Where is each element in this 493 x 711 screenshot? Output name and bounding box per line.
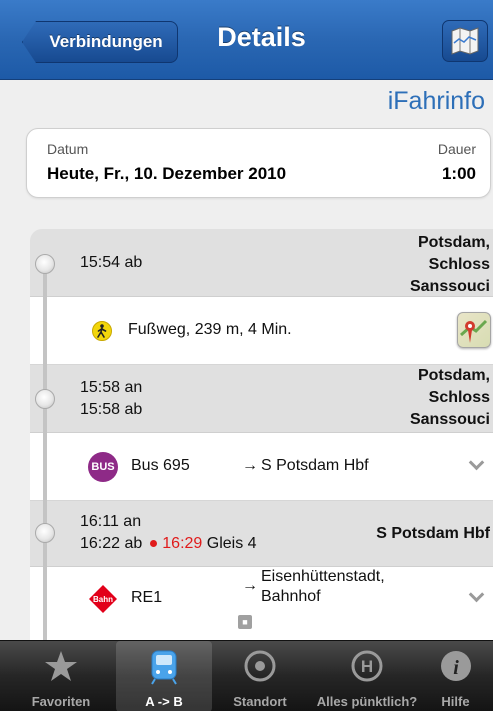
timeline-dot-icon bbox=[35, 523, 55, 543]
stop-row: 15:58 an 15:58 ab Potsdam, Schloss Sanss… bbox=[30, 365, 493, 433]
train-icon bbox=[151, 650, 177, 685]
navigation-bar: Verbindungen Details bbox=[0, 0, 493, 80]
svg-text:Bahn: Bahn bbox=[93, 595, 113, 604]
stop-place: S Potsdam Hbf bbox=[376, 525, 490, 542]
train-line: RE1 bbox=[131, 589, 163, 606]
walk-description: Fußweg, 239 m, 4 Min. bbox=[128, 321, 292, 338]
leg-row-bus[interactable]: BUS Bus 695 → S Potsdam Hbf bbox=[30, 433, 493, 501]
map-button[interactable] bbox=[442, 20, 488, 62]
bus-line: Bus 695 bbox=[131, 457, 190, 474]
stop-h-icon: H bbox=[351, 650, 383, 682]
tab-alles-puenktlich[interactable]: H Alles pünktlich? bbox=[312, 641, 422, 711]
tab-a-b[interactable]: A -> B bbox=[116, 641, 212, 711]
location-icon bbox=[244, 650, 276, 682]
platform: Gleis 4 bbox=[206, 535, 257, 552]
stop-row: 16:11 an 16:22 ab 16:29 Gleis 4 S Potsdam… bbox=[30, 501, 493, 567]
duration-value: 1:00 bbox=[441, 164, 476, 183]
page-title: Details bbox=[217, 22, 306, 52]
delay-time: 16:29 bbox=[162, 535, 203, 552]
chevron-down-icon[interactable] bbox=[468, 586, 485, 603]
chevron-down-icon[interactable] bbox=[468, 454, 485, 471]
timeline-line bbox=[43, 263, 47, 641]
map-icon bbox=[451, 27, 479, 55]
direction-arrow-icon: → bbox=[242, 457, 258, 474]
bus-direction: S Potsdam Hbf bbox=[261, 457, 369, 474]
tab-favoriten[interactable]: Favoriten bbox=[13, 641, 109, 711]
stop-place: Potsdam, Schloss Sanssouci bbox=[409, 367, 490, 428]
svg-text:H: H bbox=[361, 657, 373, 676]
star-icon bbox=[45, 651, 77, 681]
timeline-dot-icon bbox=[35, 254, 55, 274]
connection-timeline: 15:54 ab Potsdam, Schloss Sanssouci Fußw… bbox=[30, 229, 493, 641]
date-card: Datum Heute, Fr., 10. Dezember 2010 Daue… bbox=[26, 128, 491, 198]
walk-icon bbox=[92, 321, 112, 341]
map-thumbnail-icon[interactable] bbox=[457, 312, 491, 348]
date-value: Heute, Fr., 10. Dezember 2010 bbox=[47, 164, 287, 183]
date-label: Datum bbox=[47, 141, 89, 157]
bahn-icon: Bahn bbox=[89, 585, 117, 613]
timeline-dot-icon bbox=[35, 389, 55, 409]
duration-label: Dauer bbox=[437, 141, 476, 157]
leg-row-train[interactable]: Bahn RE1 → Eisenhüttenstadt, Bahnhof ■ bbox=[30, 567, 493, 641]
leg-row-walk[interactable]: Fußweg, 239 m, 4 Min. bbox=[30, 297, 493, 365]
tab-hilfe[interactable]: i Hilfe bbox=[418, 641, 493, 711]
info-icon: i bbox=[440, 651, 471, 681]
stop-time: 16:11 an 16:22 ab 16:29 Gleis 4 bbox=[80, 513, 257, 552]
bus-icon: BUS bbox=[88, 452, 118, 482]
delay-dot-icon bbox=[150, 539, 158, 547]
direction-arrow-icon: → bbox=[242, 577, 258, 594]
stop-place: Potsdam, Schloss Sanssouci bbox=[409, 234, 490, 295]
tab-bar: Favoriten A -> B Standort H Alles pünktl… bbox=[0, 640, 493, 711]
svg-text:i: i bbox=[453, 657, 459, 679]
train-direction: Eisenhüttenstadt, Bahnhof bbox=[261, 568, 385, 605]
stop-time: 15:58 an 15:58 ab bbox=[80, 379, 143, 418]
stop-row: 15:54 ab Potsdam, Schloss Sanssouci bbox=[30, 229, 493, 297]
stop-time: 15:54 ab bbox=[80, 254, 143, 271]
app-brand: iFahrinfo bbox=[387, 87, 485, 115]
platform-sign-icon: ■ bbox=[238, 615, 252, 629]
tab-standort[interactable]: Standort bbox=[212, 641, 308, 711]
